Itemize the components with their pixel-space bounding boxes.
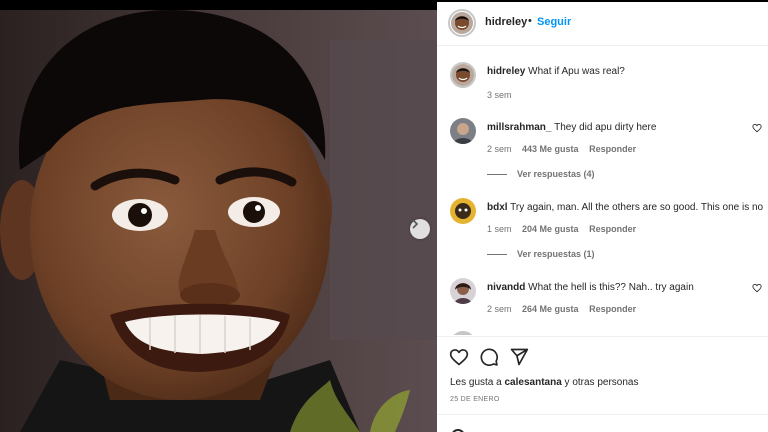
view-replies-button[interactable]: Ver respuestas (1)	[487, 249, 595, 259]
comment-body: What the hell is this?? Nah.. try again	[528, 282, 694, 293]
follow-button[interactable]: Seguir	[537, 16, 571, 28]
comment-username[interactable]: nivandd	[487, 282, 525, 293]
comment-time[interactable]: 2 sem	[487, 304, 512, 314]
comment-text: bdxl Try again, man. All the others are …	[487, 201, 763, 214]
likes-user[interactable]: calesantana	[505, 377, 562, 388]
comment-text: nivandd What the hell is this?? Nah.. tr…	[487, 281, 694, 294]
author-username[interactable]: hidreley	[485, 16, 527, 28]
comment-username[interactable]: millsrahman_	[487, 122, 551, 133]
comment-body: Try again, man. All the others are so go…	[510, 202, 764, 213]
comment-heart-icon[interactable]	[752, 123, 762, 133]
instagram-post: hidreley • Seguir hidreley What if Apu w…	[0, 0, 768, 432]
post-header: hidreley • Seguir	[437, 2, 768, 46]
carousel-next-button[interactable]	[410, 219, 430, 239]
post-side-panel: hidreley • Seguir hidreley What if Apu w…	[437, 0, 768, 432]
comment-time[interactable]: 1 sem	[487, 224, 512, 234]
avatar-image	[450, 278, 476, 304]
comment-meta: 2 sem 264 Me gusta Responder	[487, 304, 644, 314]
comment-avatar-partial[interactable]	[450, 331, 476, 335]
comment-text: millsrahman_ They did apu dirty here	[487, 121, 656, 134]
caption-username[interactable]: hidreley	[487, 66, 525, 77]
comment-likes[interactable]: 264 Me gusta	[522, 304, 579, 314]
post-actions-bar	[437, 336, 768, 372]
paper-plane-icon[interactable]	[509, 347, 529, 367]
post-photo	[0, 0, 437, 432]
caption: hidreley What if Apu was real? 3 sem	[437, 59, 768, 111]
comment-item: bdxl Try again, man. All the others are …	[437, 195, 768, 267]
replies-line	[487, 254, 507, 256]
author-avatar[interactable]	[448, 9, 476, 37]
comment-likes[interactable]: 204 Me gusta	[522, 224, 579, 234]
post-date[interactable]: 25 DE ENERO	[450, 396, 500, 403]
view-replies-label: Ver respuestas (4)	[517, 169, 595, 179]
view-replies-button[interactable]: Ver respuestas (4)	[487, 169, 595, 179]
separator-dot: •	[528, 15, 532, 27]
comment-avatar[interactable]	[450, 278, 476, 304]
likes-summary[interactable]: Les gusta a calesantana y otras personas	[450, 377, 638, 388]
chevron-right-icon	[412, 219, 419, 229]
reply-button[interactable]: Responder	[589, 144, 636, 154]
caption-time[interactable]: 3 sem	[487, 90, 512, 100]
comment-heart-icon[interactable]	[752, 283, 762, 293]
avatar-image	[450, 198, 476, 224]
comment-username[interactable]: bdxl	[487, 202, 508, 213]
comment-body: They did apu dirty here	[554, 122, 657, 133]
comment-meta: 2 sem 443 Me gusta Responder	[487, 144, 644, 154]
comment-item: millsrahman_ They did apu dirty here 2 s…	[437, 115, 768, 187]
likes-prefix: Les gusta a	[450, 377, 502, 388]
caption-avatar[interactable]	[450, 62, 476, 88]
comment-avatar[interactable]	[450, 198, 476, 224]
caption-body: What if Apu was real?	[528, 66, 625, 77]
comment-time[interactable]: 2 sem	[487, 144, 512, 154]
comment-meta: 1 sem 204 Me gusta Responder	[487, 224, 644, 234]
comment-likes[interactable]: 443 Me gusta	[522, 144, 579, 154]
avatar-image	[450, 118, 476, 144]
comment-bubble-icon[interactable]	[479, 347, 499, 367]
view-replies-label: Ver respuestas (1)	[517, 249, 595, 259]
add-comment-bar[interactable]	[437, 414, 768, 432]
comments-list[interactable]: hidreley What if Apu was real? 3 sem mil…	[437, 47, 768, 335]
reply-button[interactable]: Responder	[589, 224, 636, 234]
heart-icon[interactable]	[449, 347, 469, 367]
avatar-image	[451, 12, 473, 34]
caption-meta: 3 sem	[487, 90, 520, 100]
likes-suffix[interactable]: y otras personas	[565, 377, 639, 388]
comment-item: nivandd What the hell is this?? Nah.. tr…	[437, 275, 768, 325]
reply-button[interactable]: Responder	[589, 304, 636, 314]
avatar-image	[452, 64, 474, 86]
post-media[interactable]	[0, 0, 437, 432]
comment-avatar[interactable]	[450, 118, 476, 144]
replies-line	[487, 174, 507, 176]
caption-text: hidreley What if Apu was real?	[487, 65, 625, 78]
